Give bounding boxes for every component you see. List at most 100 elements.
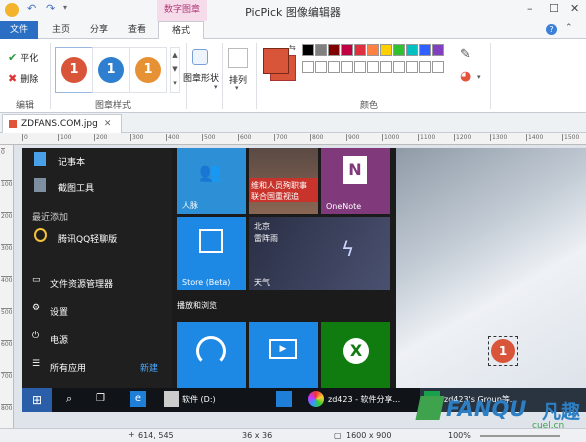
- ruler-tick: 1000: [382, 134, 400, 141]
- qq-icon: [34, 228, 47, 242]
- palette-swatch[interactable]: [432, 44, 444, 56]
- color-group-label: 颜色: [360, 101, 379, 111]
- palette-swatch[interactable]: [380, 61, 392, 73]
- palette-swatch[interactable]: [419, 61, 431, 73]
- palette-swatch[interactable]: [393, 61, 405, 73]
- palette-swatch[interactable]: [406, 61, 418, 73]
- palette-swatch[interactable]: [315, 44, 327, 56]
- stamp-style-1[interactable]: 1: [55, 47, 93, 93]
- primary-color-swatch[interactable]: [263, 48, 289, 74]
- palette-swatch[interactable]: [302, 61, 314, 73]
- minimize-button[interactable]: –: [527, 2, 533, 15]
- task-view-icon: ❐: [96, 393, 105, 404]
- ribbon-collapse-icon[interactable]: ⌃: [565, 23, 573, 33]
- all-apps-icon: ☰: [32, 359, 41, 369]
- edit-group-label: 编辑: [16, 101, 35, 111]
- stamp-style-2-circle: 1: [98, 57, 124, 83]
- title-bar: ↶ ↷ ▾ 数字图章 PicPick 图像编辑器 – ☐ ✕: [0, 0, 586, 21]
- palette-swatch[interactable]: [328, 61, 340, 73]
- vruler-tick: 500: [1, 308, 13, 316]
- document-tab[interactable]: ZDFANS.COM.jpg ✕: [2, 114, 122, 133]
- group-divider: [222, 43, 223, 109]
- maximize-button[interactable]: ☐: [549, 2, 559, 15]
- ruler-tick: 100: [58, 134, 72, 141]
- tab-home[interactable]: 主页: [44, 21, 78, 39]
- stamp-selection[interactable]: 1: [488, 336, 518, 366]
- vruler-tick: 300: [1, 244, 13, 252]
- notepad-icon: [34, 152, 46, 166]
- palette-swatch[interactable]: [393, 44, 405, 56]
- start-menu-left: 记事本 截图工具 最近添加 腾讯QQ轻聊版 ▭ 文件资源管理器 ⚙ 设置 ⏻ 电…: [22, 148, 172, 388]
- tile-onenote-label: OneNote: [326, 202, 362, 211]
- palette-swatch[interactable]: [341, 61, 353, 73]
- eyedropper-icon[interactable]: ✎: [460, 47, 471, 62]
- arrange-icon[interactable]: [228, 48, 248, 68]
- stamp-style-3[interactable]: 1: [129, 47, 167, 93]
- ruler-tick: 300: [130, 134, 144, 141]
- tab-file[interactable]: 文件: [0, 21, 38, 39]
- chevron-down-icon: ▾: [477, 73, 481, 81]
- store-taskbar-icon: [276, 391, 292, 407]
- close-tab-icon[interactable]: ✕: [104, 119, 112, 129]
- help-icon[interactable]: ?: [546, 24, 557, 35]
- delete-button[interactable]: ✖ 删除: [8, 72, 38, 85]
- palette-swatch[interactable]: [354, 61, 366, 73]
- palette-swatch[interactable]: [341, 44, 353, 56]
- vruler-tick: 100: [1, 180, 13, 188]
- tab-format[interactable]: 格式: [158, 21, 204, 40]
- onenote-icon: N: [343, 156, 367, 184]
- ruler-tick: 0: [22, 134, 28, 141]
- palette-swatch[interactable]: [367, 44, 379, 56]
- group-divider: [50, 43, 51, 109]
- close-button[interactable]: ✕: [570, 2, 579, 15]
- palette-swatch[interactable]: [419, 44, 431, 56]
- color-picker-icon[interactable]: ◕: [460, 69, 471, 84]
- vruler-tick: 800: [1, 404, 13, 412]
- fanqu-watermark: FANQU 凡趣 cuel.cn: [414, 394, 586, 432]
- palette-swatch[interactable]: [315, 61, 327, 73]
- tab-view[interactable]: 查看: [120, 21, 154, 39]
- palette-swatch[interactable]: [432, 61, 444, 73]
- stamp-style-2[interactable]: 1: [92, 47, 130, 93]
- palette-swatch[interactable]: [354, 44, 366, 56]
- headphones-icon: [196, 336, 226, 366]
- zoom-slider[interactable]: [480, 435, 560, 437]
- explorer-icon: ▭: [32, 275, 41, 285]
- vruler-tick: 700: [1, 372, 13, 380]
- start-item-notepad: 记事本: [58, 158, 86, 168]
- palette-swatch[interactable]: [380, 44, 392, 56]
- cursor-position-icon: +: [128, 430, 135, 439]
- start-new-label: 新建: [140, 364, 159, 374]
- section-play-browse: 播放和浏览: [177, 301, 217, 310]
- ruler-tick: 600: [238, 134, 252, 141]
- stamp-shape-icon[interactable]: [192, 49, 208, 65]
- cursor-coords: 614, 545: [138, 431, 174, 440]
- start-item-qq: 腾讯QQ轻聊版: [58, 235, 118, 245]
- palette-swatch[interactable]: [302, 44, 314, 56]
- vruler-tick: 400: [1, 276, 13, 284]
- tile-onenote: N OneNote: [321, 148, 390, 214]
- zoom-level: 100%: [448, 431, 471, 440]
- palette-swatch[interactable]: [328, 44, 340, 56]
- ribbon-tabs: 文件 主页 分享 查看 格式 ? ⌃: [0, 21, 586, 40]
- placed-stamp[interactable]: 1: [491, 339, 515, 363]
- style-gallery-scroll[interactable]: ▲ ▼ ▾: [170, 47, 180, 93]
- vruler-tick: 600: [1, 340, 13, 348]
- image-canvas[interactable]: 记事本 截图工具 最近添加 腾讯QQ轻聊版 ▭ 文件资源管理器 ⚙ 设置 ⏻ 电…: [22, 148, 586, 388]
- start-item-snipping: 截图工具: [58, 184, 95, 194]
- swap-colors-icon[interactable]: ⇆: [289, 43, 296, 52]
- ruler-tick: 400: [166, 134, 180, 141]
- watermark-brand: FANQU: [446, 397, 527, 421]
- status-bar: + 614, 545 36 x 36 ▢ 1600 x 900 100%: [0, 428, 586, 442]
- ruler-tick: 1500: [562, 134, 580, 141]
- windows-start-icon: ⊞: [22, 388, 52, 412]
- ruler-tick: 800: [310, 134, 324, 141]
- image-size-icon: ▢: [334, 431, 342, 440]
- flat-button[interactable]: ✔ 平化: [8, 51, 38, 64]
- tab-share[interactable]: 分享: [82, 21, 116, 39]
- start-item-all-apps: 所有应用: [50, 364, 87, 374]
- palette-swatch[interactable]: [406, 44, 418, 56]
- delete-x-icon: ✖: [8, 72, 18, 85]
- delete-label: 删除: [20, 75, 39, 85]
- palette-swatch[interactable]: [367, 61, 379, 73]
